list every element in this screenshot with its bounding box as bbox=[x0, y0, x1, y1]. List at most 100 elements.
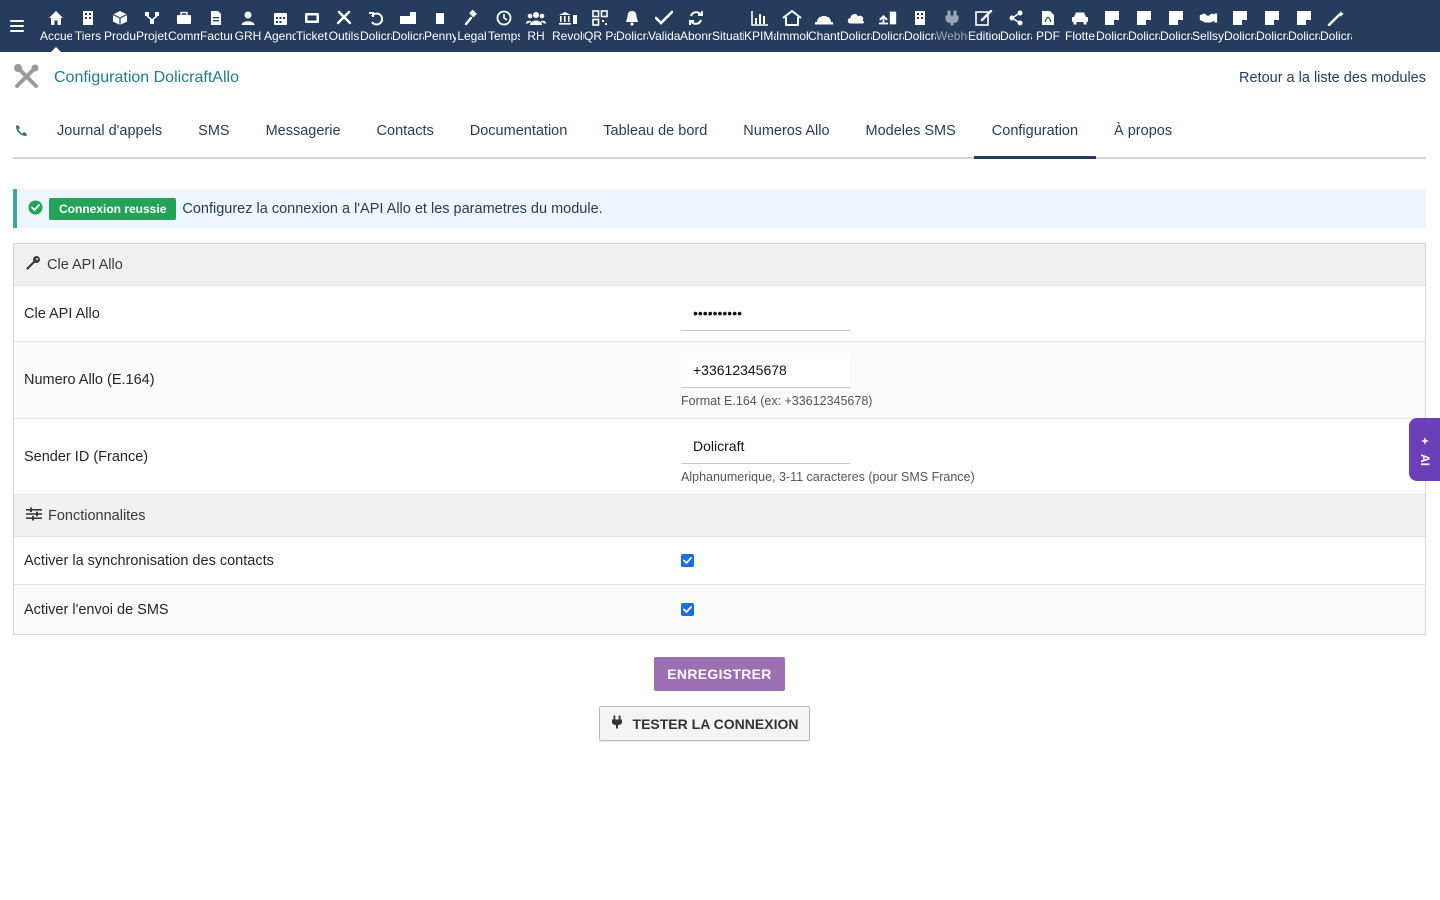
menu-item-dolicraft-case[interactable]: Dolicraft bbox=[392, 0, 424, 52]
tab-numeros-allo[interactable]: Numeros Allo bbox=[725, 105, 847, 157]
api-key-input[interactable] bbox=[681, 296, 850, 331]
menu-item-commercial[interactable]: Commercial bbox=[168, 0, 200, 52]
sync-contacts-checkbox[interactable] bbox=[681, 554, 694, 567]
menu-item-dolicraft-upload[interactable]: Dolicraft bbox=[872, 0, 904, 52]
sender-id-input[interactable] bbox=[681, 429, 850, 464]
note-icon bbox=[1102, 8, 1122, 28]
tab-documentation[interactable]: Documentation bbox=[452, 105, 586, 157]
bank-icon bbox=[558, 8, 578, 28]
menu-item-tickets[interactable]: Tickets bbox=[296, 0, 328, 52]
tab-journal-appels[interactable]: Journal d'appels bbox=[39, 105, 180, 157]
test-connection-button[interactable]: TESTER LA CONNEXION bbox=[599, 706, 810, 741]
top-menu: Accueil Tiers Produits Projets Commercia… bbox=[34, 0, 1352, 52]
sender-id-label: Sender ID (France) bbox=[24, 448, 149, 465]
menu-item-abonnements[interactable]: Abonnements bbox=[680, 0, 712, 52]
menu-item-tiers[interactable]: Tiers bbox=[72, 0, 104, 52]
tools-icon bbox=[13, 63, 40, 93]
edit-icon bbox=[974, 8, 994, 28]
page-header: Configuration DolicraftAllo Retour a la … bbox=[13, 62, 1426, 94]
menu-item-produits[interactable]: Produits bbox=[104, 0, 136, 52]
menu-item-grh[interactable]: GRH bbox=[232, 0, 264, 52]
sender-id-hint: Alphanumerique, 3-11 caracteres (pour SM… bbox=[681, 470, 975, 484]
menu-item-accueil[interactable]: Accueil bbox=[40, 0, 72, 52]
note-icon bbox=[1262, 8, 1282, 28]
building-icon bbox=[910, 8, 930, 28]
building-icon bbox=[78, 8, 98, 28]
phone-number-input[interactable] bbox=[681, 352, 850, 388]
ai-tab-label: AI bbox=[1417, 454, 1432, 466]
note-icon bbox=[1294, 8, 1314, 28]
car-icon bbox=[1070, 8, 1090, 28]
menu-item-dolicraft-note-3[interactable]: Dolicraft bbox=[1160, 0, 1192, 52]
menu-item-dolicraft-building[interactable]: Dolicraft bbox=[904, 0, 936, 52]
tab-sms[interactable]: SMS bbox=[180, 105, 247, 157]
menu-item-dolicraft-undo[interactable]: Dolicraft bbox=[360, 0, 392, 52]
cloud-icon bbox=[846, 8, 866, 28]
menu-item-dolicraft-note-5[interactable]: Dolicraft bbox=[1256, 0, 1288, 52]
test-connection-label: TESTER LA CONNEXION bbox=[632, 715, 799, 732]
menu-item-rh[interactable]: RH bbox=[520, 0, 552, 52]
menu-item-dolicraft-magic[interactable]: Dolicraft bbox=[1320, 0, 1352, 52]
tab-modeles-sms[interactable]: Modeles SMS bbox=[848, 105, 974, 157]
menu-item-qr[interactable]: QR Pay bbox=[584, 0, 616, 52]
menu-item-pdf[interactable]: PDF bbox=[1032, 0, 1064, 52]
pdf-icon bbox=[1038, 8, 1058, 28]
module-tabs: Journal d'appels SMS Messagerie Contacts… bbox=[13, 105, 1426, 159]
menu-item-facturation[interactable]: Facturation bbox=[200, 0, 232, 52]
menu-item-temps[interactable]: Temps bbox=[488, 0, 520, 52]
status-badge: Connexion reussie bbox=[49, 197, 177, 220]
menu-item-outils[interactable]: Outils bbox=[328, 0, 360, 52]
menu-item-dolicraft-note-1[interactable]: Dolicraft bbox=[1096, 0, 1128, 52]
menu-item-immobilier[interactable]: Immobilier bbox=[776, 0, 808, 52]
send-sms-checkbox[interactable] bbox=[681, 603, 694, 616]
menu-item-dolicraft-note-4[interactable]: Dolicraft bbox=[1224, 0, 1256, 52]
menu-item-penny[interactable]: Penny bbox=[424, 0, 456, 52]
check-double-icon bbox=[654, 8, 674, 28]
cube-icon bbox=[110, 8, 130, 28]
menu-item-kpimaster[interactable]: KPIMaster bbox=[744, 0, 776, 52]
briefcase-icon bbox=[174, 8, 194, 28]
banner-message: Configurez la connexion a l'API Allo et … bbox=[182, 200, 603, 217]
menu-item-projets[interactable]: Projets bbox=[136, 0, 168, 52]
menu-item-flotte[interactable]: Flotte bbox=[1064, 0, 1096, 52]
section-header-api: Cle API Allo bbox=[14, 244, 1425, 286]
menu-item-validation[interactable]: Validation bbox=[648, 0, 680, 52]
helmet-icon bbox=[814, 8, 834, 28]
menu-item-dolicraft-note-6[interactable]: Dolicraft bbox=[1288, 0, 1320, 52]
menu-item-situation[interactable]: Situation bbox=[712, 0, 744, 52]
menu-item-dolicraft-bell[interactable]: Dolicraft bbox=[616, 0, 648, 52]
phone-number-row: Numero Allo (E.164) Format E.164 (ex: +3… bbox=[14, 342, 1425, 419]
menu-item-revolut[interactable]: Revolut bbox=[552, 0, 584, 52]
check-circle-icon bbox=[28, 200, 43, 218]
clock-icon bbox=[494, 8, 514, 28]
share-icon bbox=[1006, 8, 1026, 28]
plug-icon bbox=[942, 8, 962, 28]
menu-item-sellsy[interactable]: Sellsy bbox=[1192, 0, 1224, 52]
tab-contacts[interactable]: Contacts bbox=[359, 105, 452, 157]
tab-messagerie[interactable]: Messagerie bbox=[248, 105, 359, 157]
ai-assistant-tab[interactable]: AI bbox=[1409, 418, 1440, 481]
phone-number-label: Numero Allo (E.164) bbox=[24, 372, 155, 388]
tools-icon bbox=[334, 8, 354, 28]
menu-item-edition[interactable]: Edition bbox=[968, 0, 1000, 52]
section-header-features: Fonctionnalites bbox=[14, 495, 1425, 537]
menu-item-dolicraft-note-2[interactable]: Dolicraft bbox=[1128, 0, 1160, 52]
sparkle-icon bbox=[1420, 432, 1429, 448]
gavel-icon bbox=[462, 8, 482, 28]
hamburger-menu-icon[interactable] bbox=[0, 0, 34, 52]
tab-configuration[interactable]: Configuration bbox=[973, 105, 1097, 159]
menu-item-legal[interactable]: Legal bbox=[456, 0, 488, 52]
menu-item-dolicraft-cloud[interactable]: Dolicraft bbox=[840, 0, 872, 52]
home-icon bbox=[46, 8, 66, 28]
menu-item-chantiers[interactable]: Chantiers bbox=[808, 0, 840, 52]
back-to-modules-link[interactable]: Retour a la liste des modules bbox=[1239, 70, 1426, 86]
refresh-icon bbox=[686, 8, 706, 28]
menu-item-dolicraft-share[interactable]: Dolicraft bbox=[1000, 0, 1032, 52]
tab-tableau-de-bord[interactable]: Tableau de bord bbox=[585, 105, 725, 157]
menu-item-webhooks[interactable]: Webhooks bbox=[936, 0, 968, 52]
note-icon bbox=[1166, 8, 1186, 28]
save-button[interactable]: ENREGISTRER bbox=[654, 657, 785, 691]
menu-item-agenda[interactable]: Agenda bbox=[264, 0, 296, 52]
section-title-features: Fonctionnalites bbox=[48, 507, 146, 524]
tab-a-propos[interactable]: À propos bbox=[1096, 105, 1190, 157]
